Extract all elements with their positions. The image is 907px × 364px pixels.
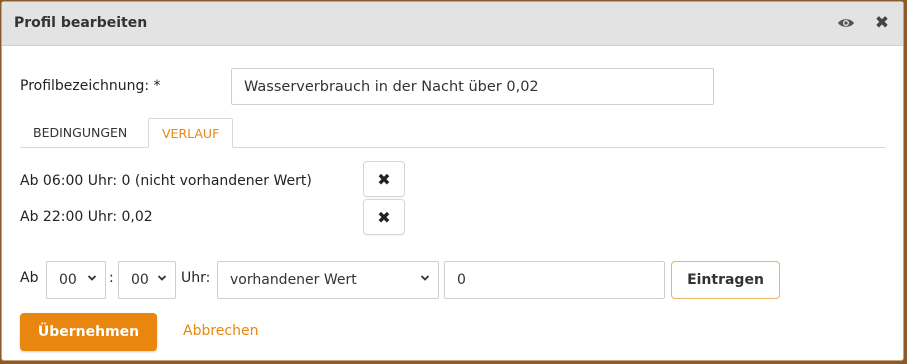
delete-entry-button[interactable]: ✖ [363, 199, 405, 235]
time-separator: : [109, 270, 114, 286]
apply-button[interactable]: Übernehmen [20, 313, 157, 351]
cancel-link[interactable]: Abbrechen [183, 323, 258, 339]
minute-value: 00 [131, 272, 149, 288]
edit-profile-dialog: Profil bearbeiten ✖ Profilbezeichnung: *… [1, 1, 904, 361]
tab-verlauf[interactable]: VERLAUF [148, 118, 234, 148]
chevron-down-icon [420, 273, 430, 286]
add-entry-button[interactable]: Eintragen [671, 261, 780, 299]
from-label: Ab [20, 270, 39, 286]
value-type-value: vorhandener Wert [230, 272, 357, 288]
minute-select[interactable]: 00 [118, 261, 176, 299]
hour-value: 00 [59, 272, 77, 288]
uhr-label: Uhr: [181, 270, 211, 286]
profile-name-label: Profilbezeichnung: * [20, 78, 161, 94]
chevron-down-icon [87, 273, 97, 286]
value-type-select[interactable]: vorhandener Wert [217, 261, 439, 299]
value-input[interactable] [444, 261, 665, 299]
dialog-title: Profil bearbeiten [14, 15, 148, 31]
eye-icon[interactable] [834, 11, 858, 35]
chevron-down-icon [157, 273, 167, 286]
delete-icon: ✖ [377, 169, 391, 189]
profile-name-input[interactable] [231, 68, 714, 105]
close-icon[interactable]: ✖ [870, 11, 894, 35]
history-entry: Ab 06:00 Uhr: 0 (nicht vorhandener Wert) [20, 173, 312, 189]
dialog-titlebar: Profil bearbeiten ✖ [2, 2, 903, 46]
history-entry: Ab 22:00 Uhr: 0,02 [20, 209, 153, 225]
tab-bedingungen[interactable]: BEDINGUNGEN [20, 118, 140, 147]
delete-icon: ✖ [377, 207, 391, 227]
delete-entry-button[interactable]: ✖ [363, 161, 405, 197]
hour-select[interactable]: 00 [46, 261, 106, 299]
tab-bar: BEDINGUNGEN VERLAUF [20, 118, 886, 148]
